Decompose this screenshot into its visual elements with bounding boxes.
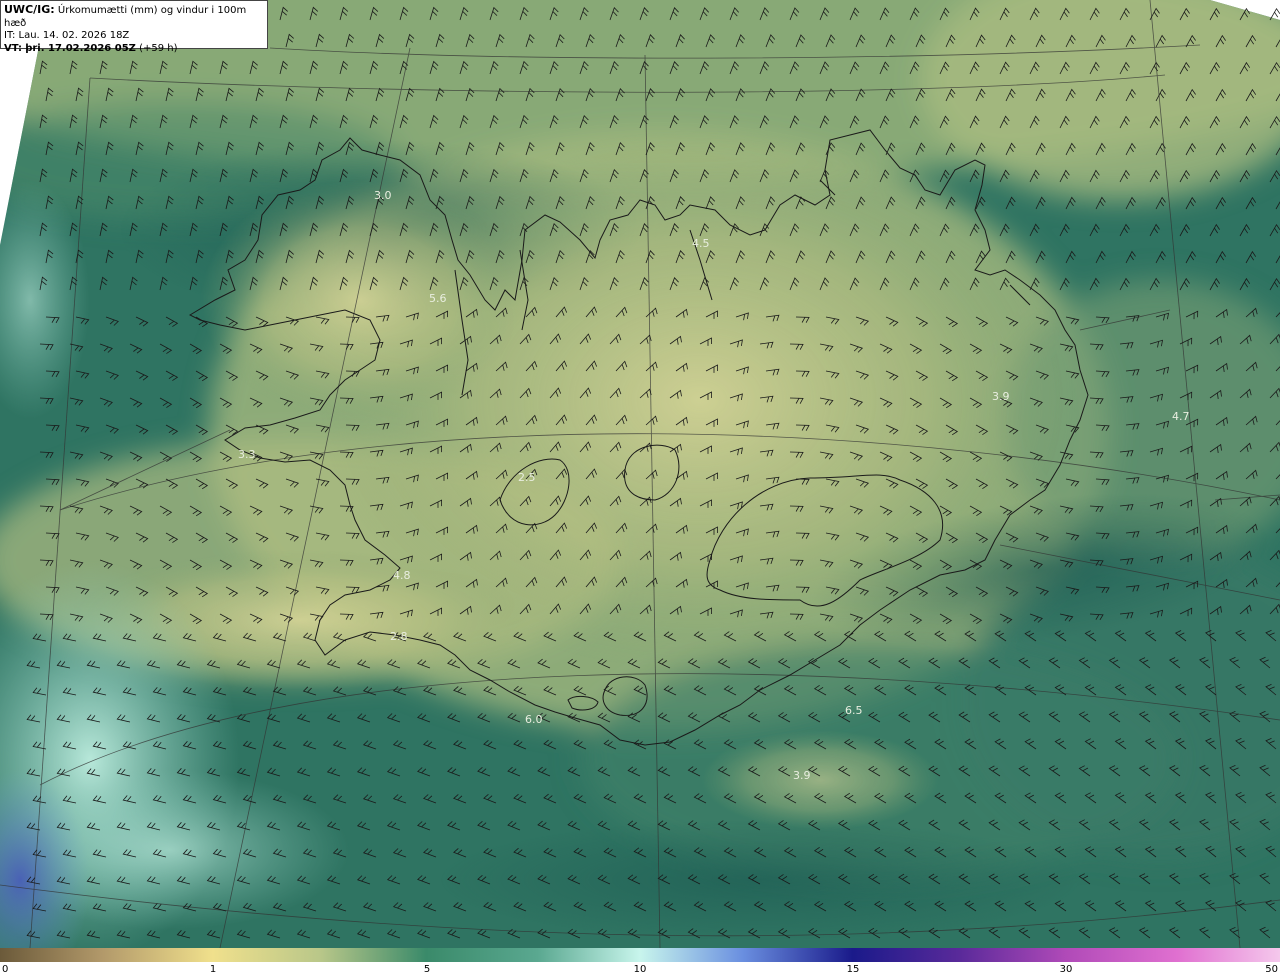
value-label: 6.5 <box>845 704 863 717</box>
precipitation-wind-map[interactable]: 3.0 5.6 4.5 3.3 2.5 4.8 2.8 6.0 3.9 4.7 … <box>0 0 1280 948</box>
colorbar-tick: 0 <box>2 964 9 975</box>
value-label: 6.0 <box>525 713 543 726</box>
colorbar-tick: 5 <box>423 964 431 975</box>
precipitation-field <box>0 0 1280 948</box>
value-label: 3.9 <box>992 390 1010 403</box>
init-label: IT: <box>4 30 16 41</box>
map-viewer: 3.0 5.6 4.5 3.3 2.5 4.8 2.8 6.0 3.9 4.7 … <box>0 0 1280 978</box>
product-line: UWC/IG: Úrkomumætti (mm) og vindur i 100… <box>4 3 264 30</box>
value-label: 4.5 <box>692 237 710 250</box>
colorbar-tick: 15 <box>846 964 860 975</box>
value-label: 2.5 <box>518 471 536 484</box>
colorbar-ticks: 0 1 5 10 15 30 50 <box>0 962 1280 978</box>
colorbar-tick: 30 <box>1059 964 1073 975</box>
colorbar-tick: 1 <box>209 964 217 975</box>
value-label: 3.0 <box>374 189 392 202</box>
colorbar <box>0 948 1280 962</box>
value-label: 4.8 <box>393 569 411 582</box>
colorbar-tick: 10 <box>633 964 647 975</box>
value-label: 3.3 <box>238 448 256 461</box>
value-label: 4.7 <box>1172 410 1190 423</box>
map-info-box: UWC/IG: Úrkomumætti (mm) og vindur i 100… <box>0 0 268 54</box>
init-time: Lau. 14. 02. 2026 18Z <box>18 30 130 41</box>
value-label: 2.8 <box>390 630 408 643</box>
valid-time: þri. 17.02.2026 05Z <box>25 42 136 54</box>
init-time-line: IT: Lau. 14. 02. 2026 18Z <box>4 30 264 43</box>
model-label: UWC/IG: <box>4 3 55 16</box>
lead-time: (+59 h) <box>139 42 178 54</box>
value-label: 3.9 <box>793 769 811 782</box>
value-label: 5.6 <box>429 292 447 305</box>
valid-label: VT: <box>4 42 23 54</box>
colorbar-tick: 50 <box>1265 964 1278 975</box>
valid-time-line: VT: þri. 17.02.2026 05Z (+59 h) <box>4 43 264 56</box>
